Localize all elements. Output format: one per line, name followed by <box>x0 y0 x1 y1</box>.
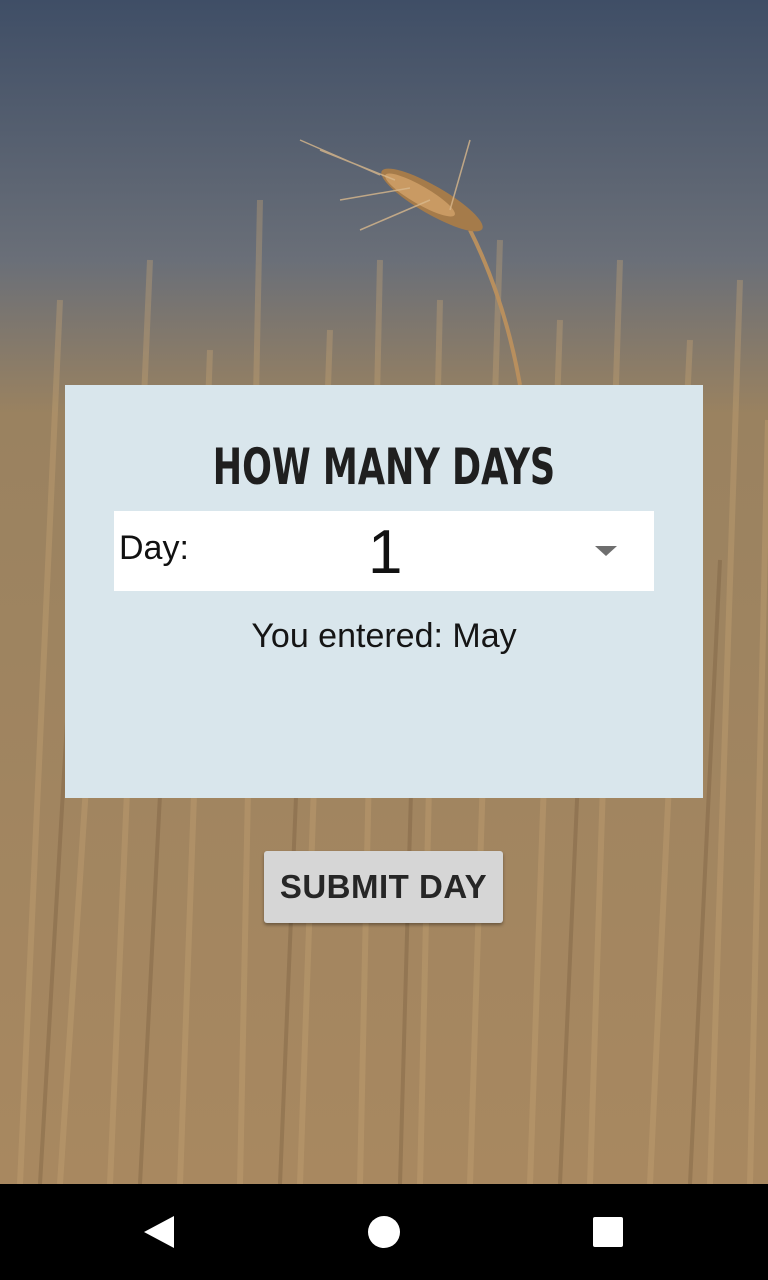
chevron-down-icon[interactable] <box>595 546 617 556</box>
app-screen: HOW MANY DAYS Day: 1 You entered: May SU… <box>0 0 768 1280</box>
day-spinner[interactable]: Day: 1 <box>114 511 654 591</box>
home-icon[interactable] <box>368 1216 400 1248</box>
day-selected-value: 1 <box>368 518 403 587</box>
day-label: Day: <box>119 529 189 567</box>
page-title: HOW MANY DAYS <box>212 438 556 496</box>
submit-day-button[interactable]: SUBMIT DAY <box>264 851 503 923</box>
back-icon[interactable] <box>144 1216 174 1248</box>
entered-result-text: You entered: May <box>251 617 517 655</box>
system-navigation-bar <box>0 1184 768 1280</box>
recents-icon[interactable] <box>593 1217 623 1247</box>
